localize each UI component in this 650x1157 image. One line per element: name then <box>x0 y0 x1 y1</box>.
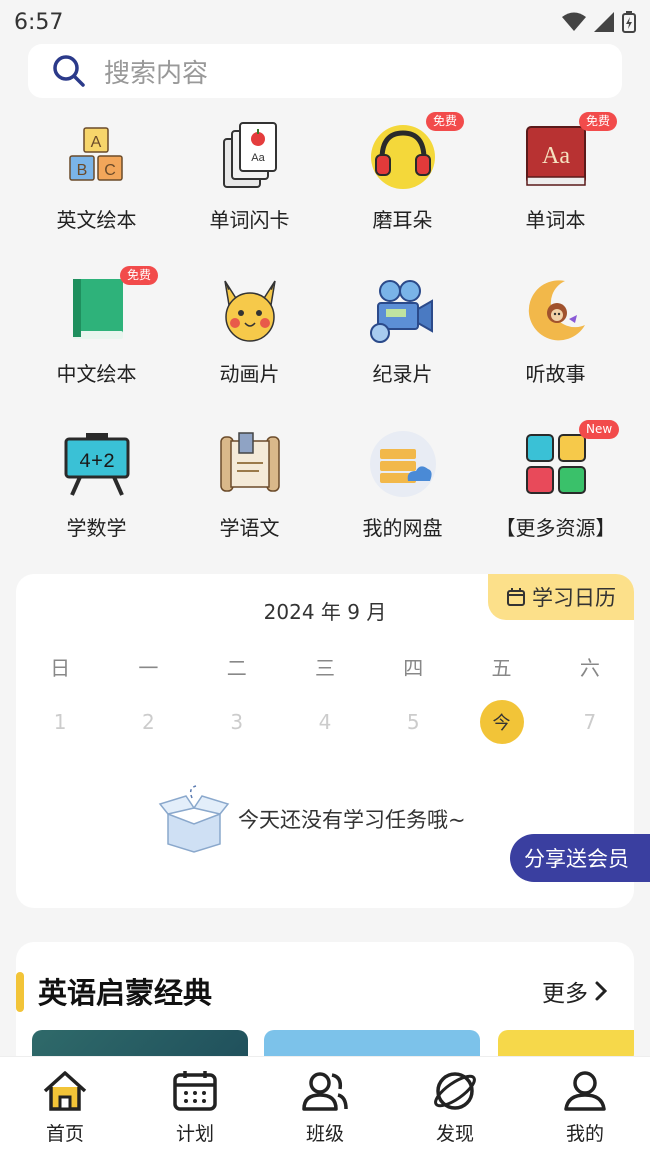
grid-item-label: 学数学 <box>66 516 127 540</box>
grid-item-label: 【更多资源】 <box>495 516 616 540</box>
feature-grid: A B C 英文绘本 Aa 单词闪卡 免费 磨耳朵 免费 Aa 单词本 免费 中… <box>20 112 632 574</box>
tab-home[interactable]: 首页 <box>0 1057 130 1157</box>
share-for-membership-button[interactable]: 分享送会员 <box>510 834 650 882</box>
tab-class[interactable]: 班级 <box>260 1057 390 1157</box>
grid-item-chinese-language[interactable]: 学语文 <box>173 420 326 574</box>
new-badge: New <box>579 420 620 439</box>
svg-text:A: A <box>90 134 101 151</box>
empty-box-icon <box>158 785 230 853</box>
grid-item-label: 动画片 <box>219 362 280 386</box>
weekday-label: 一 <box>138 656 159 680</box>
abc-blocks-icon: A B C <box>61 120 133 192</box>
profile-icon <box>564 1071 606 1111</box>
tab-discover[interactable]: 发现 <box>390 1057 520 1157</box>
calendar-day[interactable]: 5 <box>369 710 457 734</box>
grid-item-cartoons[interactable]: 动画片 <box>173 266 326 420</box>
grid-item-wordbook[interactable]: 免费 Aa 单词本 <box>479 112 632 266</box>
tab-plan[interactable]: 计划 <box>130 1057 260 1157</box>
search-placeholder: 搜索内容 <box>104 58 209 89</box>
free-badge: 免费 <box>426 112 465 131</box>
empty-tasks-text: 今天还没有学习任务哦~ <box>238 808 466 832</box>
grid-item-documentaries[interactable]: 纪录片 <box>326 266 479 420</box>
calendar-day[interactable]: 4 <box>281 710 369 734</box>
cloud-drive-icon <box>367 428 439 500</box>
calendar-day[interactable]: 2 <box>104 710 192 734</box>
pikachu-icon <box>214 274 286 346</box>
section-title: 英语启蒙经典 <box>38 976 213 1010</box>
grid-item-english-picture-books[interactable]: A B C 英文绘本 <box>20 112 173 266</box>
grid-item-label: 单词本 <box>525 208 586 232</box>
chevron-right-icon <box>595 981 608 1001</box>
calendar-icon <box>173 1071 217 1111</box>
svg-text:4+2: 4+2 <box>78 451 114 474</box>
grid-item-label: 听故事 <box>525 362 586 386</box>
battery-icon <box>622 11 636 33</box>
grid-item-more-resources[interactable]: New 【更多资源】 <box>479 420 632 574</box>
grid-item-label: 英文绘本 <box>56 208 137 232</box>
tab-label: 我的 <box>565 1123 604 1145</box>
weekday-label: 五 <box>491 656 512 680</box>
section-accent-bar <box>16 972 24 1012</box>
calendar-day[interactable]: 3 <box>193 710 281 734</box>
tab-label: 计划 <box>175 1123 214 1145</box>
today-marker: 今 <box>479 700 524 744</box>
calendar-month-title: 2024 年 9 月 <box>263 600 387 624</box>
math-board-icon: 4+2 <box>61 428 133 500</box>
clock: 6:57 <box>14 9 64 35</box>
weekday-label: 六 <box>579 656 600 680</box>
grid-item-math[interactable]: 4+2 学数学 <box>20 420 173 574</box>
tab-profile[interactable]: 我的 <box>520 1057 650 1157</box>
weekday-label: 二 <box>226 656 247 680</box>
flashcards-icon: Aa <box>214 120 286 192</box>
users-icon <box>302 1072 348 1111</box>
calendar-day-today[interactable]: 今 <box>457 700 545 744</box>
grid-item-label: 中文绘本 <box>56 362 137 386</box>
grid-item-my-drive[interactable]: 我的网盘 <box>326 420 479 574</box>
grid-item-label: 纪录片 <box>372 362 433 386</box>
svg-text:B: B <box>76 162 87 179</box>
day-row: 1 2 3 4 5 今 7 <box>16 700 634 744</box>
grid-item-chinese-picture-books[interactable]: 免费 中文绘本 <box>20 266 173 420</box>
grid-item-label: 我的网盘 <box>362 516 443 540</box>
grid-item-label: 磨耳朵 <box>372 208 433 232</box>
tab-label: 首页 <box>45 1123 84 1145</box>
wifi-icon <box>562 12 586 31</box>
calendar-day[interactable]: 1 <box>16 710 104 734</box>
svg-text:C: C <box>104 162 116 179</box>
more-link[interactable]: 更多 <box>542 974 608 1008</box>
grid-item-word-flashcards[interactable]: Aa 单词闪卡 <box>173 112 326 266</box>
signal-icon <box>594 12 614 32</box>
headphones-icon <box>367 120 439 192</box>
tab-label: 班级 <box>305 1123 344 1145</box>
film-camera-icon <box>367 274 439 346</box>
search-icon <box>53 55 85 87</box>
svg-text:Aa: Aa <box>542 143 570 169</box>
green-book-icon <box>61 274 133 346</box>
free-badge: 免费 <box>120 266 159 285</box>
home-icon <box>43 1071 87 1111</box>
grid-item-ear-training[interactable]: 免费 磨耳朵 <box>326 112 479 266</box>
moon-monkey-icon <box>520 274 592 346</box>
more-grid-icon <box>520 428 592 500</box>
grid-item-stories[interactable]: 听故事 <box>479 266 632 420</box>
planet-icon <box>434 1072 476 1110</box>
weekday-label: 日 <box>50 656 71 680</box>
bottom-tab-bar: 首页 计划 班级 发现 我的 <box>0 1056 650 1157</box>
weekday-row: 日 一 二 三 四 五 六 <box>16 652 634 681</box>
more-label: 更多 <box>542 981 588 1007</box>
weekday-label: 三 <box>314 656 335 680</box>
tab-label: 发现 <box>435 1123 474 1145</box>
grid-item-label: 单词闪卡 <box>209 208 290 232</box>
grid-item-label: 学语文 <box>219 516 280 540</box>
status-bar: 6:57 <box>0 0 650 44</box>
empty-tasks: 今天还没有学习任务哦~ <box>158 784 466 854</box>
svg-text:Aa: Aa <box>251 152 265 164</box>
dictionary-icon: Aa <box>520 120 592 192</box>
weekday-label: 四 <box>403 656 424 680</box>
search-input[interactable]: 搜索内容 <box>28 44 622 98</box>
scroll-icon <box>214 428 286 500</box>
english-classics-section: 英语启蒙经典 更多 <box>16 942 634 1072</box>
free-badge: 免费 <box>579 112 618 131</box>
calendar-day[interactable]: 7 <box>546 710 634 734</box>
